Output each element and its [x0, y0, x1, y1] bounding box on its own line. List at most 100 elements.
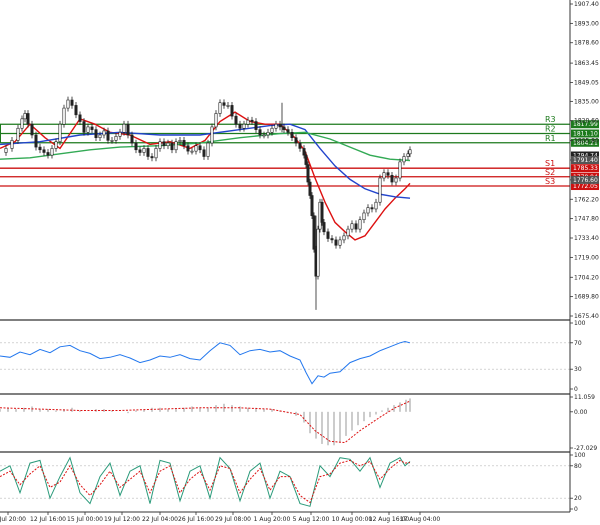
level-label-r3: R3	[545, 115, 556, 124]
candle-body	[402, 156, 406, 163]
candle-body	[190, 150, 194, 153]
candle-body	[326, 231, 330, 239]
candle-body	[294, 137, 298, 144]
candle-body	[122, 123, 126, 133]
y-tick-label: 1747.80	[574, 216, 599, 223]
candle-body	[238, 123, 242, 129]
candle-body	[98, 134, 102, 138]
candle-body	[234, 115, 238, 125]
candle-body	[258, 129, 262, 136]
y-tick-label: 1820.60	[574, 118, 599, 125]
candle-body	[158, 141, 162, 149]
candle-body	[66, 99, 70, 109]
y-tick-label: 1893.00	[574, 20, 599, 27]
chart-svg: R31817.99R21811.10R11804.21S11785.33S217…	[0, 0, 599, 523]
candle-body	[142, 148, 146, 153]
y-tick-label: 1689.80	[574, 294, 599, 301]
candle-body	[406, 153, 410, 157]
level-price-text: 1811.10	[573, 131, 598, 138]
stochastic-panel	[0, 456, 570, 507]
x-tick-label: 26 Jul 16:00	[178, 516, 214, 523]
rsi-tick-label: 100	[574, 320, 586, 327]
candle-body	[266, 131, 270, 136]
candle-body	[198, 145, 202, 151]
candle-body	[70, 99, 74, 106]
x-tick-label: 17 Aug 04:00	[400, 516, 441, 523]
y-tick-label: 1762.20	[574, 196, 599, 203]
candle-body	[382, 172, 386, 179]
stoch-tick-label: 100	[574, 452, 586, 459]
candle-body	[298, 142, 302, 149]
candle-body	[358, 219, 362, 230]
candle-body	[110, 140, 114, 142]
candle-body	[322, 222, 326, 233]
candle-body	[106, 130, 110, 141]
candle-body	[90, 126, 94, 130]
y-tick-label: 1863.45	[574, 60, 599, 67]
candle-body	[254, 121, 258, 130]
candle-body	[290, 131, 294, 138]
candle-body	[16, 127, 20, 141]
candle-body	[378, 177, 382, 203]
candle-body	[334, 239, 338, 246]
candle-body	[186, 145, 190, 152]
level-price-text: 1772.05	[573, 183, 598, 190]
y-tick-label: 1835.00	[574, 98, 599, 105]
candle-body	[42, 149, 46, 153]
candle-body	[102, 130, 106, 136]
candle-body	[182, 140, 186, 147]
candle-body	[86, 126, 90, 133]
y-tick-label: 1719.00	[574, 254, 599, 261]
candle-body	[214, 113, 218, 128]
y-tick-label: 1878.60	[574, 40, 599, 47]
candle-body	[34, 134, 38, 148]
candle-body	[246, 119, 250, 125]
price-tag-text: 1776.60	[573, 177, 598, 184]
candle-body	[302, 148, 306, 156]
x-tick-label: 29 Jul 08:00	[215, 516, 251, 523]
candle-body	[262, 134, 266, 137]
candle-body	[310, 195, 314, 216]
level-label-s2: S2	[545, 168, 555, 177]
candle-body	[250, 119, 254, 122]
candle-body	[94, 129, 98, 138]
rsi-tick-label: 70	[574, 340, 582, 347]
candle-body	[154, 148, 158, 159]
candle-body	[134, 142, 138, 151]
candle-body	[46, 152, 50, 156]
candle-body	[218, 102, 222, 114]
candle-body	[166, 142, 170, 147]
y-tick-label: 1704.20	[574, 274, 599, 281]
macd-tick-label: 11.059	[574, 394, 595, 401]
candle-body	[350, 223, 354, 230]
candle-body	[394, 177, 398, 183]
candle-body	[138, 149, 142, 153]
level-price-text: 1785.33	[573, 165, 598, 172]
candle-body	[62, 107, 66, 125]
stoch-tick-label: 20	[574, 495, 582, 502]
candle-body	[26, 113, 30, 125]
candle-body	[306, 164, 310, 183]
candle-body	[4, 148, 8, 153]
candle-body	[10, 140, 14, 149]
stoch-tick-label: 80	[574, 463, 582, 470]
candle-body	[82, 121, 86, 133]
candle-body	[354, 223, 358, 230]
candle-body	[194, 145, 198, 152]
candle-body	[226, 105, 230, 107]
candle-body	[338, 239, 342, 246]
candle-body	[390, 175, 394, 183]
x-tick-label: 22 Jul 04:00	[142, 516, 178, 523]
rsi-tick-label: 0	[574, 386, 578, 393]
rsi-panel	[0, 340, 570, 385]
macd-panel	[0, 398, 411, 446]
candle-body	[330, 238, 334, 241]
candle-body	[312, 215, 316, 250]
candle-body	[270, 127, 274, 133]
candle-body	[342, 235, 346, 241]
candle-body	[38, 146, 42, 151]
candle-body	[23, 113, 27, 120]
candle-body	[78, 114, 82, 122]
candle-body	[320, 201, 324, 223]
candle-body	[398, 161, 402, 179]
